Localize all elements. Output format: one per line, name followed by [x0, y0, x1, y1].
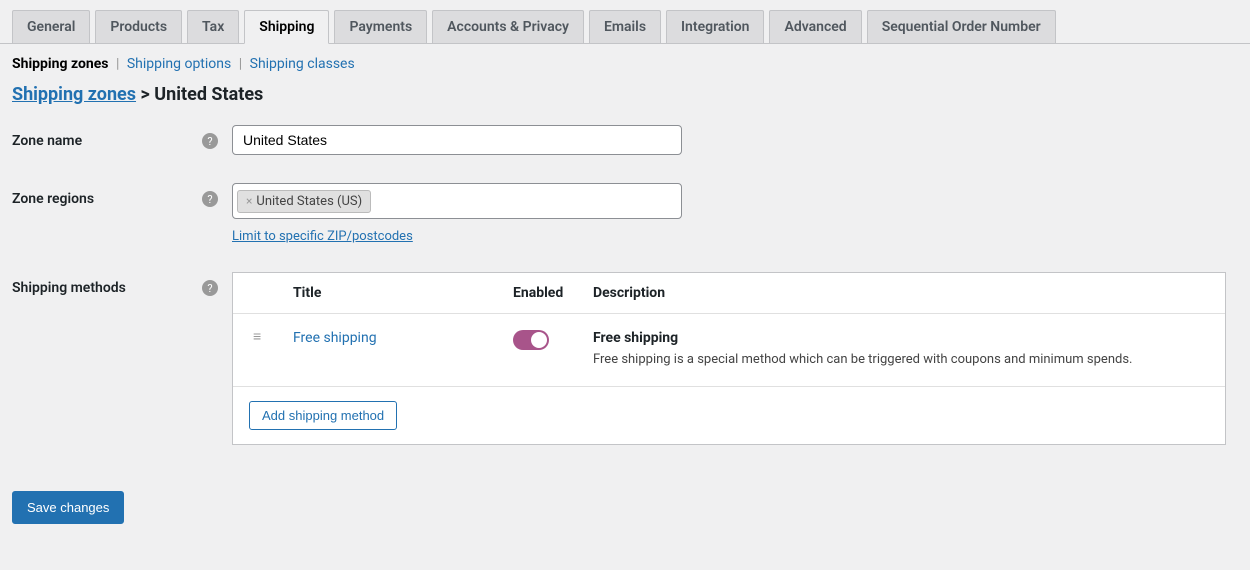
tab-tax[interactable]: Tax	[187, 10, 239, 43]
table-row: ≡ Free shipping Free shipping Free shipp…	[233, 314, 1225, 387]
tab-general[interactable]: General	[12, 10, 90, 43]
method-title-link[interactable]: Free shipping	[293, 330, 377, 346]
shipping-methods-label: Shipping methods	[12, 280, 126, 296]
region-tag: × United States (US)	[237, 190, 371, 213]
method-desc-title: Free shipping	[593, 330, 1205, 346]
table-footer: Add shipping method	[233, 387, 1225, 444]
tab-payments[interactable]: Payments	[334, 10, 427, 43]
shipping-methods-table: Title Enabled Description ≡ Free shippin…	[232, 272, 1226, 445]
help-icon[interactable]: ?	[202, 191, 218, 207]
zone-regions-input[interactable]: × United States (US)	[232, 183, 682, 219]
zone-regions-label: Zone regions	[12, 191, 94, 207]
method-desc-text: Free shipping is a special method which …	[593, 350, 1205, 370]
subnav-options[interactable]: Shipping options	[127, 56, 231, 72]
breadcrumb-separator: >	[141, 84, 150, 105]
close-icon[interactable]: ×	[246, 194, 252, 208]
help-icon[interactable]: ?	[202, 280, 218, 296]
table-header: Title Enabled Description	[233, 273, 1225, 314]
subnav-classes[interactable]: Shipping classes	[250, 56, 355, 72]
zone-name-input[interactable]	[232, 125, 682, 155]
zone-name-label: Zone name	[12, 133, 82, 149]
help-icon[interactable]: ?	[202, 133, 218, 149]
drag-handle-icon[interactable]: ≡	[253, 329, 261, 345]
save-changes-button[interactable]: Save changes	[12, 491, 124, 524]
tab-shipping[interactable]: Shipping	[244, 10, 329, 44]
zip-postcode-link[interactable]: Limit to specific ZIP/postcodes	[232, 229, 413, 244]
tab-accounts-privacy[interactable]: Accounts & Privacy	[432, 10, 584, 43]
header-description: Description	[593, 285, 1205, 301]
header-title: Title	[293, 285, 513, 301]
tab-advanced[interactable]: Advanced	[769, 10, 861, 43]
tab-emails[interactable]: Emails	[589, 10, 661, 43]
header-enabled: Enabled	[513, 285, 593, 301]
separator: |	[116, 56, 123, 72]
tab-integration[interactable]: Integration	[666, 10, 764, 43]
settings-tabs: GeneralProductsTaxShippingPaymentsAccoun…	[0, 0, 1250, 44]
breadcrumb: Shipping zones > United States	[0, 84, 1250, 125]
shipping-subnav: Shipping zones | Shipping options | Ship…	[0, 44, 1250, 84]
region-tag-label: United States (US)	[256, 194, 362, 209]
breadcrumb-current: United States	[154, 84, 263, 105]
tab-sequential-order-number[interactable]: Sequential Order Number	[867, 10, 1056, 43]
separator: |	[239, 56, 246, 72]
tab-products[interactable]: Products	[95, 10, 182, 43]
add-shipping-method-button[interactable]: Add shipping method	[249, 401, 397, 430]
breadcrumb-parent-link[interactable]: Shipping zones	[12, 84, 136, 105]
subnav-zones[interactable]: Shipping zones	[12, 56, 108, 72]
enabled-toggle[interactable]	[513, 330, 549, 350]
